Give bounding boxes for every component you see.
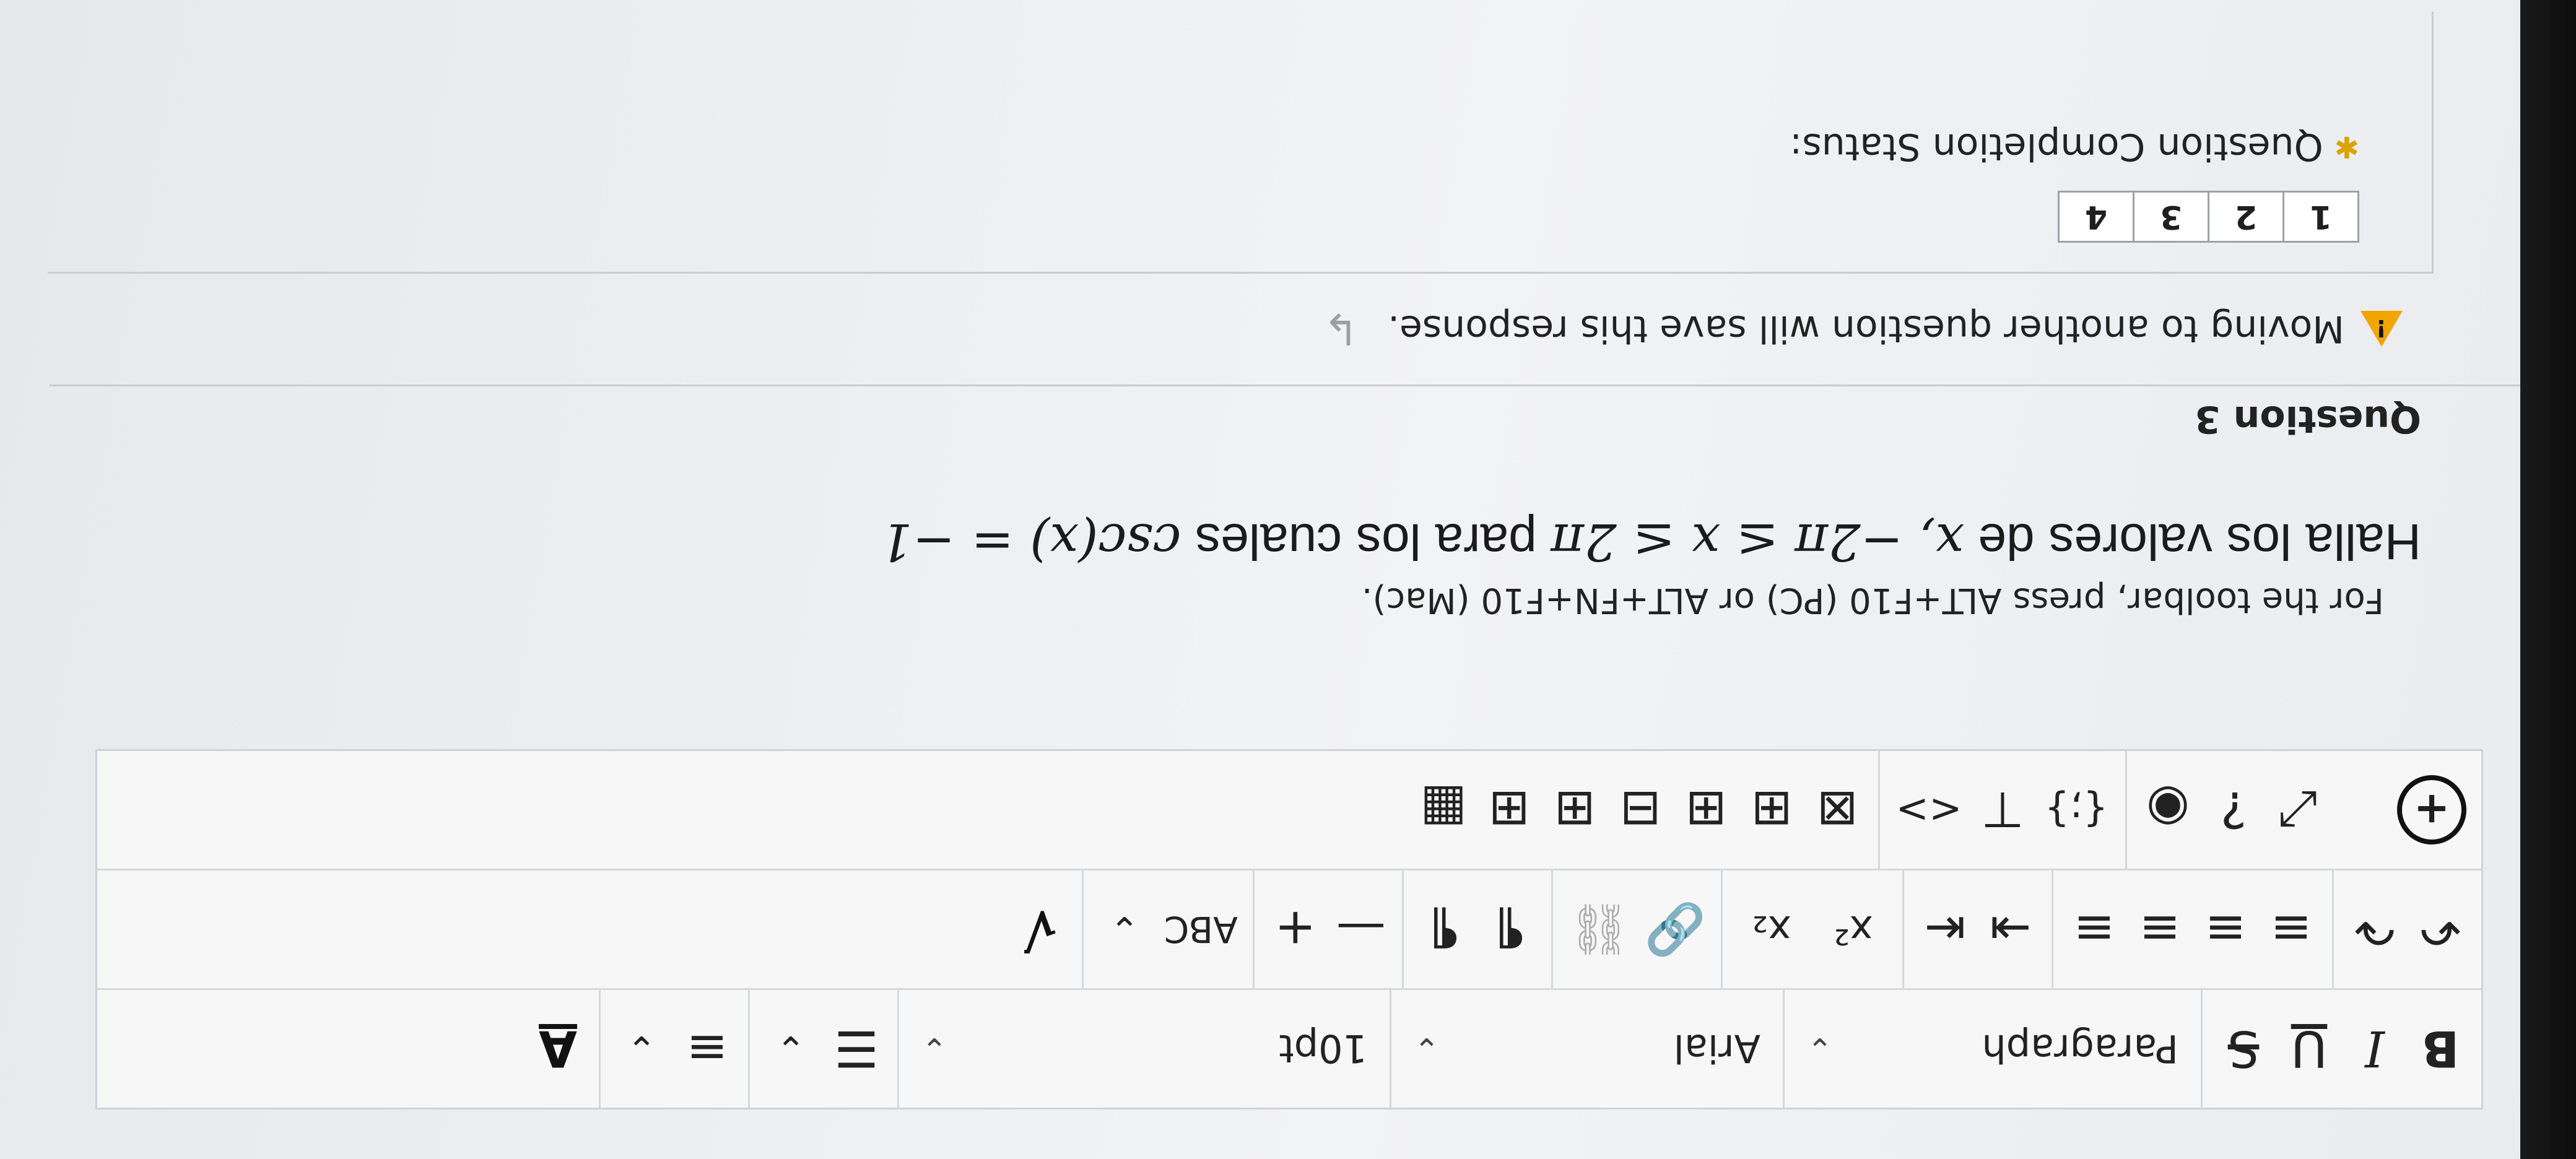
page-button-1[interactable]: 1	[2282, 191, 2359, 243]
numbered-list-icon[interactable]: ≡	[681, 1012, 733, 1086]
question-prompt: Halla los valores de x, −2π ≤ x ≤ 2π par…	[881, 512, 2422, 571]
rtl-icon[interactable]: ¶	[1419, 892, 1471, 966]
font-family-select[interactable]: Arial ⌄	[1390, 990, 1783, 1108]
align-left-icon[interactable]: ≡	[2265, 892, 2317, 966]
preview-icon[interactable]: ◉	[2142, 773, 2194, 847]
direction-group: ¶ ¶	[1401, 870, 1551, 988]
toolbar-help-text: For the toolbar, press ALT+F10 (PC) or A…	[1361, 580, 2384, 620]
chevron-down-icon[interactable]: ⌄	[765, 1012, 817, 1086]
monitor-bezel	[2520, 0, 2576, 1159]
prompt-math-2: csc(x) = −1	[880, 512, 1181, 571]
content-area: B I U S Paragraph ⌄ Arial ⌄ 10pt ⌄ ☰ ⌄ ≡…	[0, 0, 2520, 1159]
table-cell-icon[interactable]: ⊞	[1549, 773, 1601, 847]
warning-icon: !	[2361, 311, 2403, 347]
horizontal-rule-icon[interactable]: —	[1335, 892, 1387, 966]
script-group: x² x₂	[1721, 870, 1902, 988]
link-icon[interactable]: 🔗	[1644, 892, 1706, 966]
source-code-icon[interactable]: {;}	[2042, 773, 2110, 847]
toolbar-row-2: ↶ ↷ ≡ ≡ ≡ ≡ ⇥ ⇤ x² x₂ 🔗 ⛓ ¶ ¶ — + ABC ⌄ …	[97, 869, 2481, 988]
divider	[50, 384, 2520, 386]
table-merge-icon[interactable]: ⊞	[1483, 773, 1535, 847]
page-button-3[interactable]: 3	[2133, 191, 2209, 243]
star-icon: ✱	[2334, 129, 2359, 164]
outdent-icon[interactable]: ⇤	[1919, 892, 1971, 966]
chevron-down-icon[interactable]: ⌄	[616, 1012, 668, 1086]
table-split-icon[interactable]: ⊟	[1614, 773, 1666, 847]
notice-text: Moving to another question will save thi…	[1388, 307, 2344, 350]
completion-status-text: Question Completion Status:	[1790, 125, 2323, 168]
view-group: ⤢ ? ◉	[2125, 751, 2340, 869]
table-column-icon[interactable]: ⊞	[1680, 773, 1732, 847]
font-size-select[interactable]: 10pt ⌄	[897, 990, 1390, 1108]
toolbar-row-3: + ⤢ ? ◉ {;} ⊤ <> ⊠ ⊞ ⊞ ⊟ ⊞ ⊞ ▦	[97, 751, 2481, 869]
question-pager: 1 2 3 4	[2058, 191, 2359, 243]
list-group: ☰ ⌄	[748, 990, 897, 1108]
return-arrow-icon: ↳	[1323, 303, 1360, 354]
spellcheck-group: ABC ⌄	[1081, 870, 1253, 988]
page-button-2[interactable]: 2	[2208, 191, 2284, 243]
prompt-text: Halla los valores de	[1964, 513, 2421, 570]
table-icon[interactable]: ▦	[1417, 773, 1469, 847]
font-size-value: 10pt	[1279, 1026, 1367, 1072]
format-group: B I U S	[2201, 990, 2481, 1108]
table-delete-icon[interactable]: ⊠	[1811, 773, 1863, 847]
table-row-icon[interactable]: ⊞	[1746, 773, 1798, 847]
bullet-list-icon[interactable]: ☰	[830, 1012, 882, 1086]
link-group: 🔗 ⛓	[1551, 870, 1721, 988]
chevron-down-icon[interactable]: ⌄	[1099, 892, 1151, 966]
completion-status-label: ✱ Question Completion Status:	[1790, 125, 2359, 168]
chevron-down-icon: ⌄	[921, 1031, 947, 1067]
add-group: +	[2340, 751, 2481, 869]
math-group: √	[1000, 870, 1082, 988]
anchor-icon[interactable]: ⊤	[1977, 773, 2029, 847]
block-format-select[interactable]: Paragraph ⌄	[1783, 990, 2201, 1108]
block-format-value: Paragraph	[1982, 1026, 2178, 1072]
subscript-icon[interactable]: x₂	[1738, 892, 1806, 966]
code-icon[interactable]: <>	[1895, 773, 1963, 847]
editor-toolbar: B I U S Paragraph ⌄ Arial ⌄ 10pt ⌄ ☰ ⌄ ≡…	[95, 749, 2483, 1109]
bold-button[interactable]: B	[2414, 1012, 2466, 1086]
redo-icon[interactable]: ↷	[2349, 892, 2401, 966]
ltr-icon[interactable]: ¶	[1484, 892, 1536, 966]
prompt-text-2: para los cuales	[1181, 513, 1551, 570]
math-editor-icon[interactable]: √	[1015, 892, 1067, 966]
chevron-down-icon: ⌄	[1807, 1031, 1833, 1067]
page-button-4[interactable]: 4	[2058, 191, 2134, 243]
align-center-icon[interactable]: ≡	[2200, 892, 2252, 966]
align-group: ≡ ≡ ≡ ≡	[2052, 870, 2332, 988]
underline-button[interactable]: U	[2283, 1012, 2335, 1086]
numbered-list-group: ≡ ⌄	[599, 990, 748, 1108]
prompt-math: x, −2π ≤ x ≤ 2π	[1551, 512, 1964, 571]
question-title: Question 3	[2195, 397, 2421, 441]
fullscreen-icon[interactable]: ⤢	[2273, 773, 2325, 847]
code-group: {;} ⊤ <>	[1878, 751, 2125, 869]
font-family-value: Arial	[1673, 1026, 1760, 1072]
strikethrough-button[interactable]: S	[2217, 1012, 2269, 1086]
unlink-icon[interactable]: ⛓	[1568, 892, 1631, 966]
undo-icon[interactable]: ↶	[2414, 892, 2466, 966]
toolbar-row-1: B I U S Paragraph ⌄ Arial ⌄ 10pt ⌄ ☰ ⌄ ≡…	[97, 988, 2481, 1108]
chevron-down-icon: ⌄	[1414, 1031, 1440, 1067]
insert-icon[interactable]: +	[1269, 892, 1321, 966]
indent-icon[interactable]: ⇥	[1985, 892, 2037, 966]
table-group: ⊠ ⊞ ⊞ ⊟ ⊞ ⊞ ▦	[1403, 751, 1878, 869]
text-color-icon[interactable]: A	[532, 1012, 584, 1086]
history-group: ↶ ↷	[2332, 870, 2481, 988]
screen: B I U S Paragraph ⌄ Arial ⌄ 10pt ⌄ ☰ ⌄ ≡…	[0, 0, 2576, 1159]
insert-group: — +	[1252, 870, 1402, 988]
save-notice: ! Moving to another question will save t…	[1323, 303, 2403, 354]
spellcheck-icon[interactable]: ABC	[1164, 892, 1238, 966]
indent-group: ⇥ ⇤	[1902, 870, 2052, 988]
italic-button[interactable]: I	[2349, 1012, 2401, 1086]
superscript-icon[interactable]: x²	[1819, 892, 1887, 966]
text-color-group: A	[517, 990, 599, 1108]
justify-icon[interactable]: ≡	[2068, 892, 2120, 966]
align-right-icon[interactable]: ≡	[2134, 892, 2186, 966]
help-icon[interactable]: ?	[2208, 773, 2260, 847]
add-content-icon[interactable]: +	[2397, 775, 2466, 844]
